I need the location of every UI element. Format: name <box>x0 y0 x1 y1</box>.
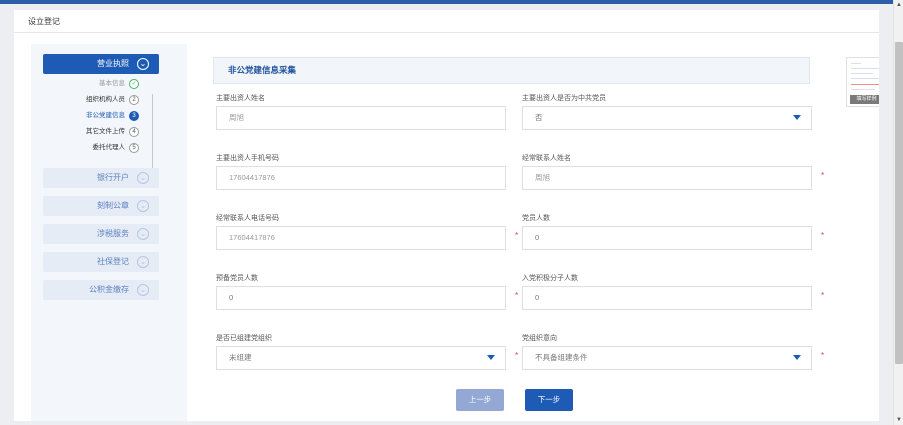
thumbnail-red-line <box>851 84 879 85</box>
party-member-count-input[interactable]: 0 <box>522 226 812 250</box>
party-org-intention-select[interactable]: 不具备组建条件 <box>522 346 812 370</box>
chevron-down-icon: ⌄ <box>137 58 149 70</box>
select-value: 未组建 <box>229 353 252 362</box>
required-mark: * <box>821 171 825 180</box>
caret-down-icon <box>487 355 495 360</box>
section-title: 非公党建信息采集 <box>213 57 810 84</box>
sample-thumbnail[interactable]: 填写样例 <box>846 57 879 107</box>
next-step-button[interactable]: 下一步 <box>525 389 573 411</box>
substep-basic-info[interactable]: 基本信息 ✓ <box>31 77 141 91</box>
substep-label: 非公党建信息 <box>86 112 125 119</box>
step-label: 银行开户 <box>97 173 129 182</box>
probationary-count-input[interactable]: 0 <box>216 286 506 310</box>
thumbnail-line <box>851 89 875 90</box>
required-mark: * <box>515 231 519 240</box>
step-housing-fund[interactable]: 公积金缴存 ⌄ <box>43 280 159 300</box>
step-seal[interactable]: 刻制公章 ⌄ <box>43 196 159 216</box>
required-mark: * <box>515 351 519 360</box>
required-mark: * <box>515 291 519 300</box>
step-label: 社保登记 <box>97 257 129 266</box>
scroll-down-arrow-icon[interactable]: ▼ <box>894 415 903 425</box>
step-label: 涉税服务 <box>97 229 129 238</box>
party-org-built-select[interactable]: 未组建 <box>216 346 506 370</box>
contact-phone-input[interactable]: 17604417876 <box>216 226 506 250</box>
substep-party-info[interactable]: 非公党建信息 3 <box>31 109 141 123</box>
field-label-party-org-intention: 党组织意向 <box>522 335 557 342</box>
field-label-investor-phone: 主要出资人手机号码 <box>216 155 279 162</box>
vertical-scrollbar[interactable]: ▲ ▼ <box>893 0 903 425</box>
substep-org-personnel[interactable]: 组织机构人员 2 <box>31 93 141 107</box>
step-sidebar: 营业执照 ⌄ 基本信息 ✓ 组织机构人员 2 非公党建信息 3 其它文件上传 4… <box>31 44 187 421</box>
activist-count-input[interactable]: 0 <box>522 286 812 310</box>
thumbnail-line <box>851 68 879 69</box>
substep-label: 基本信息 <box>99 80 125 87</box>
scroll-up-arrow-icon[interactable]: ▲ <box>894 0 903 10</box>
step-number-badge: 5 <box>129 143 139 153</box>
field-label-probationary-count: 预备党员人数 <box>216 275 258 282</box>
field-label-contact-name: 经常联系人姓名 <box>522 155 571 162</box>
substep-agent[interactable]: 委托代理人 5 <box>31 141 141 155</box>
chevron-down-icon: ⌄ <box>137 284 149 296</box>
step-number-badge: 2 <box>129 95 139 105</box>
caret-down-icon <box>793 115 801 120</box>
required-mark: * <box>821 351 825 360</box>
chevron-down-icon: ⌄ <box>137 228 149 240</box>
investor-party-member-select[interactable]: 否 <box>522 106 812 130</box>
substep-label: 组织机构人员 <box>86 96 125 103</box>
chevron-down-icon: ⌄ <box>137 256 149 268</box>
step-bank-account[interactable]: 银行开户 ⌄ <box>43 168 159 188</box>
chevron-down-icon: ⌄ <box>137 200 149 212</box>
field-label-party-org-built: 是否已组建党组织 <box>216 335 272 342</box>
substep-label: 委托代理人 <box>92 144 126 151</box>
investor-phone-input[interactable]: 17604417876 <box>216 166 506 190</box>
select-value: 否 <box>535 113 543 122</box>
step-number-badge: 4 <box>129 127 139 137</box>
field-label-contact-phone: 经常联系人电话号码 <box>216 215 279 222</box>
fill-sample-button[interactable]: 填写样例 <box>850 95 879 104</box>
required-mark: * <box>821 291 825 300</box>
main-card: 设立登记 营业执照 ⌄ 基本信息 ✓ 组织机构人员 2 非公党建信息 3 其它文… <box>14 10 879 421</box>
substep-label: 其它文件上传 <box>86 128 125 135</box>
thumbnail-line <box>851 78 879 79</box>
chevron-down-icon: ⌄ <box>137 172 149 184</box>
substep-connector-line <box>152 94 153 170</box>
substep-file-upload[interactable]: 其它文件上传 4 <box>31 125 141 139</box>
step-number-badge: 3 <box>129 111 139 121</box>
caret-down-icon <box>793 355 801 360</box>
field-label-activist-count: 入党积极分子人数 <box>522 275 578 282</box>
thumbnail-line <box>851 63 861 64</box>
step-business-license[interactable]: 营业执照 ⌄ <box>43 54 159 74</box>
contact-name-input[interactable]: 周旭 <box>522 166 812 190</box>
scrollbar-thumb[interactable] <box>895 42 903 364</box>
field-label-party-member-count: 党员人数 <box>522 215 550 222</box>
field-label-investor-party-member: 主要出资人是否为中共党员 <box>522 95 606 102</box>
step-tax[interactable]: 涉税服务 ⌄ <box>43 224 159 244</box>
step-label: 公积金缴存 <box>89 285 129 294</box>
required-mark: * <box>821 231 825 240</box>
prev-step-button[interactable]: 上一步 <box>456 389 504 411</box>
check-icon: ✓ <box>129 79 139 89</box>
step-label: 营业执照 <box>97 59 129 68</box>
step-label: 刻制公章 <box>97 201 129 210</box>
select-value: 不具备组建条件 <box>535 353 588 362</box>
field-label-investor-name: 主要出资人姓名 <box>216 95 265 102</box>
step-social-security[interactable]: 社保登记 ⌄ <box>43 252 159 272</box>
thumbnail-line <box>851 73 873 74</box>
investor-name-input[interactable]: 周旭 <box>216 106 506 130</box>
page-title: 设立登记 <box>14 10 879 33</box>
